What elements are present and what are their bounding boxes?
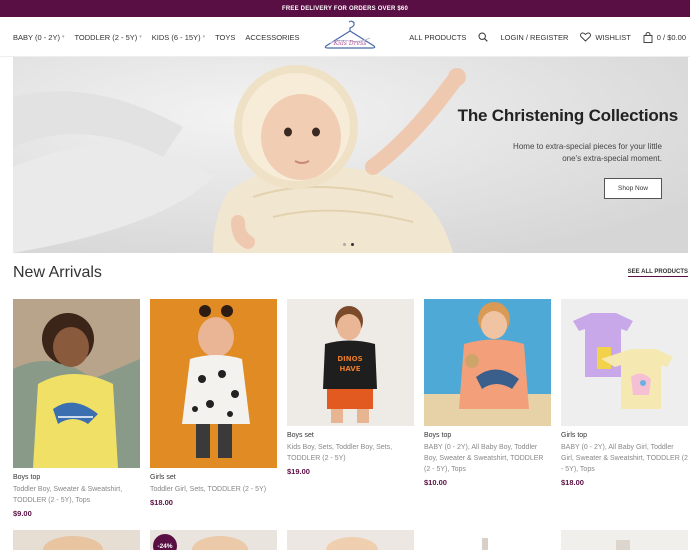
nav-item-accessories[interactable]: ACCESSORIES bbox=[245, 33, 299, 42]
shopping-bag-icon bbox=[643, 31, 653, 43]
chevron-down-icon: ▾ bbox=[202, 34, 206, 40]
product-image[interactable] bbox=[424, 530, 551, 550]
product-image[interactable] bbox=[561, 530, 688, 550]
header-actions: ALL PRODUCTS LOGIN / REGISTER WISHLIST 0… bbox=[409, 17, 686, 57]
product-image[interactable] bbox=[424, 299, 551, 426]
nav-label: ACCESSORIES bbox=[245, 32, 300, 42]
site-header: BABY (0 - 2Y) ▾ TODDLER (2 - 5Y) ▾ KIDS … bbox=[0, 17, 690, 57]
search-button[interactable] bbox=[478, 32, 489, 42]
product-card[interactable]: Boys top BABY (0 - 2Y), All Baby Boy, To… bbox=[424, 299, 551, 487]
section-title: New Arrivals bbox=[13, 264, 102, 281]
product-categories: BABY (0 - 2Y), All Baby Girl, Toddler Gi… bbox=[561, 444, 688, 473]
product-name[interactable]: Boys set bbox=[287, 432, 414, 439]
nav-item-kids[interactable]: KIDS (6 - 15Y) ▾ bbox=[152, 33, 205, 42]
product-price: $9.00 bbox=[13, 509, 32, 518]
slider-dots bbox=[343, 243, 354, 246]
login-register-link[interactable]: LOGIN / REGISTER bbox=[500, 33, 568, 42]
svg-text:Kids Dress: Kids Dress bbox=[333, 40, 367, 47]
product-card[interactable]: Girls top BABY (0 - 2Y), All Baby Girl, … bbox=[561, 299, 688, 487]
nav-label: TODDLER (2 - 5Y) bbox=[74, 32, 138, 42]
wishlist-label: WISHLIST bbox=[595, 32, 631, 42]
product-image[interactable]: DINOS HAVE bbox=[287, 299, 414, 426]
product-categories: Toddler Girl, Sets, TODDLER (2 - 5Y) bbox=[150, 486, 267, 493]
main-nav: BABY (0 - 2Y) ▾ TODDLER (2 - 5Y) ▾ KIDS … bbox=[13, 17, 300, 57]
product-card[interactable]: DINOS HAVE Boys set Kids Boy, Sets, Todd… bbox=[287, 299, 414, 476]
hero-subtitle: Home to extra-special pieces for your li… bbox=[513, 142, 662, 163]
product-price: $10.00 bbox=[424, 478, 447, 487]
product-price: $18.00 bbox=[561, 478, 584, 487]
all-products-link[interactable]: ALL PRODUCTS bbox=[409, 33, 466, 42]
hanger-logo-icon: Kids Dress bbox=[324, 20, 376, 49]
promo-bar: FREE DELIVERY FOR ORDERS OVER $60 bbox=[0, 0, 690, 17]
product-name[interactable]: Girls top bbox=[561, 432, 688, 439]
promo-text: FREE DELIVERY FOR ORDERS OVER $60 bbox=[282, 5, 408, 12]
product-card[interactable]: Girls set Toddler Girl, Sets, TODDLER (2… bbox=[150, 299, 277, 507]
cart-link[interactable]: 0 / $0.00 bbox=[643, 31, 686, 43]
shop-now-button[interactable]: Shop Now bbox=[604, 178, 662, 199]
svg-text:HAVE: HAVE bbox=[340, 365, 361, 373]
product-image[interactable] bbox=[150, 299, 277, 468]
product-name[interactable]: Girls set bbox=[150, 474, 277, 481]
product-name[interactable]: Boys top bbox=[13, 474, 140, 481]
product-price: $18.00 bbox=[150, 498, 173, 507]
product-price: $19.00 bbox=[287, 467, 310, 476]
product-categories: BABY (0 - 2Y), All Baby Boy, Toddler Boy… bbox=[424, 444, 544, 473]
product-image[interactable] bbox=[561, 299, 688, 426]
wishlist-link[interactable]: WISHLIST bbox=[580, 32, 631, 42]
product-image[interactable] bbox=[13, 530, 140, 550]
nav-label: KIDS (6 - 15Y) bbox=[151, 32, 201, 42]
nav-item-baby[interactable]: BABY (0 - 2Y) ▾ bbox=[13, 33, 64, 42]
slider-dot-1[interactable] bbox=[343, 243, 346, 246]
product-image[interactable]: -24% bbox=[150, 530, 277, 550]
slider-dot-2[interactable] bbox=[351, 243, 354, 246]
svg-text:DINOS: DINOS bbox=[337, 355, 362, 363]
hero-title: The Christening Collections bbox=[457, 106, 679, 125]
search-icon bbox=[478, 32, 489, 42]
all-products-label: ALL PRODUCTS bbox=[409, 32, 467, 42]
login-label: LOGIN / REGISTER bbox=[500, 32, 569, 42]
hero-banner: The Christening Collections Home to extr… bbox=[13, 57, 688, 253]
nav-item-toys[interactable]: TOYS bbox=[215, 33, 235, 42]
product-image[interactable] bbox=[287, 530, 414, 550]
see-all-products-link[interactable]: SEE ALL PRODUCTS bbox=[627, 269, 688, 277]
product-card[interactable]: Boys top Toddler Boy, Sweater & Sweatshi… bbox=[13, 299, 140, 518]
nav-label: BABY (0 - 2Y) bbox=[13, 32, 60, 42]
site-logo[interactable]: Kids Dress bbox=[322, 19, 378, 55]
heart-icon bbox=[580, 32, 592, 42]
chevron-down-icon: ▾ bbox=[139, 34, 142, 40]
chevron-down-icon: ▾ bbox=[61, 34, 65, 40]
product-categories: Kids Boy, Sets, Toddler Boy, Sets, TODDL… bbox=[287, 444, 393, 462]
nav-item-toddler[interactable]: TODDLER (2 - 5Y) ▾ bbox=[74, 33, 141, 42]
cart-total: 0 / $0.00 bbox=[656, 32, 686, 42]
nav-label: TOYS bbox=[215, 32, 236, 42]
product-name[interactable]: Boys top bbox=[424, 432, 551, 439]
product-categories: Toddler Boy, Sweater & Sweatshirt, TODDL… bbox=[13, 486, 123, 504]
product-image[interactable] bbox=[13, 299, 140, 468]
